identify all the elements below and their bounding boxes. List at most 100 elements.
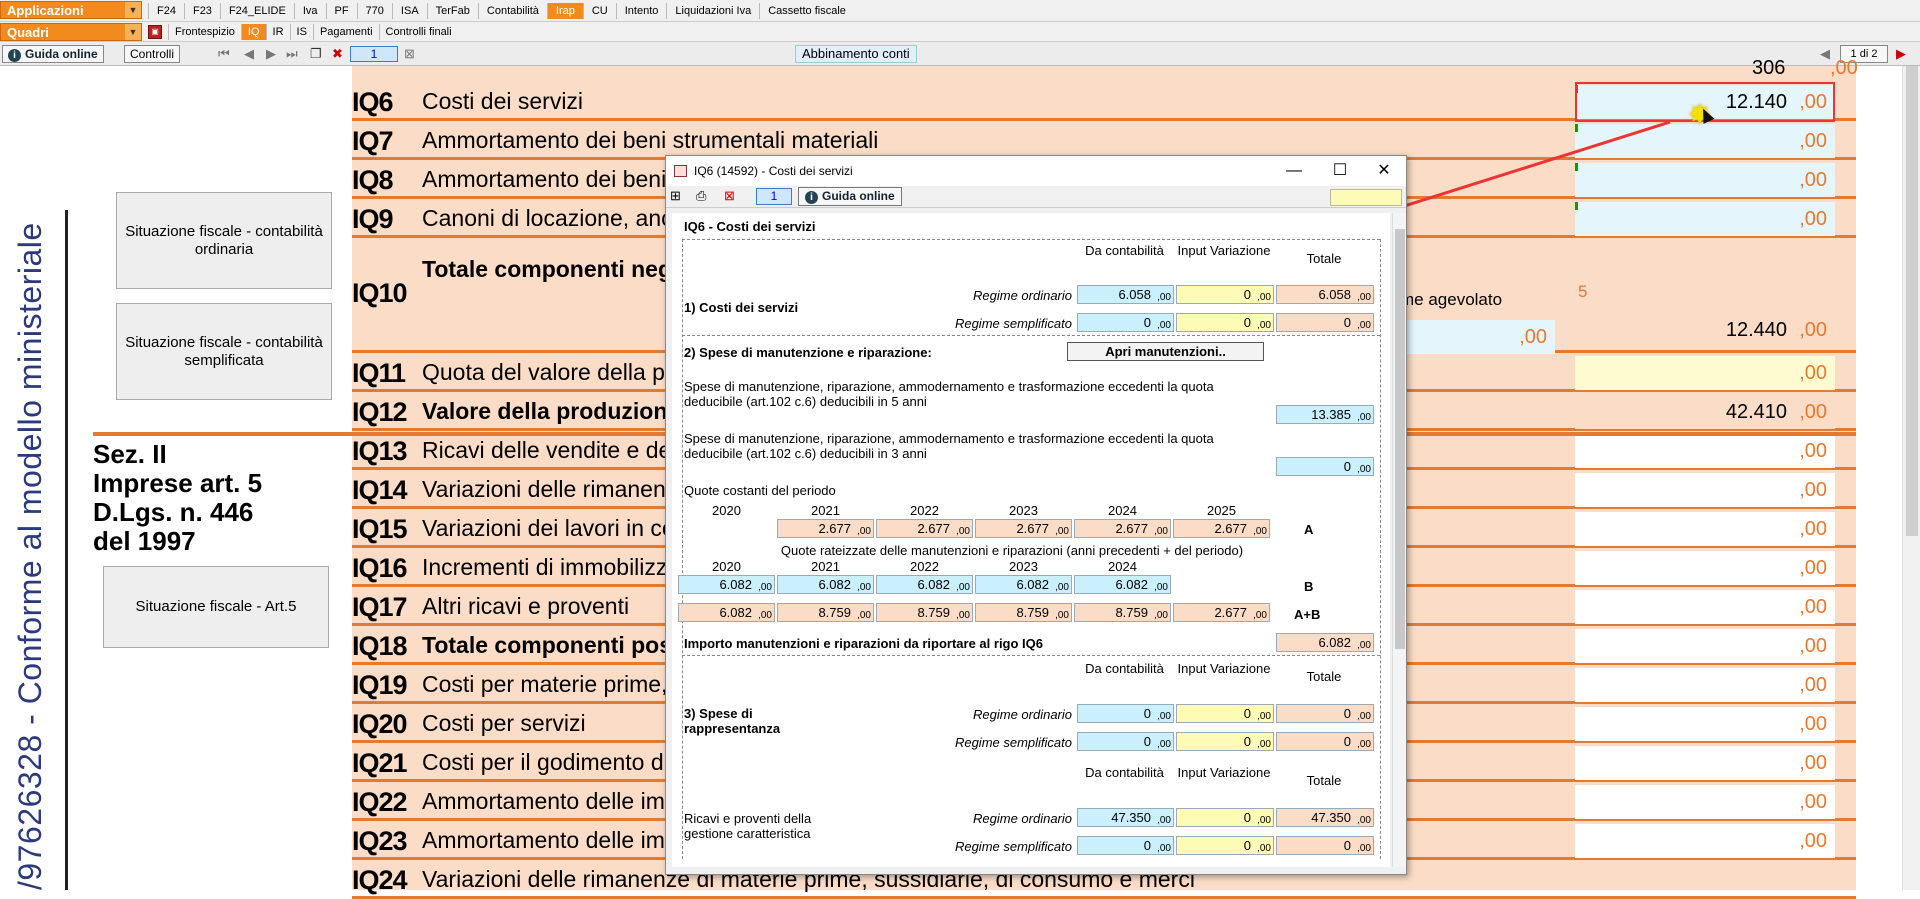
quota-rateizzata-field[interactable]: 6.082 ,00 [1074,575,1171,594]
controlli-button[interactable]: Controlli [124,45,181,63]
quadri-dropdown[interactable]: Quadri ▼ [0,23,142,41]
copy-icon[interactable]: ❐ [310,46,322,62]
row-value-field[interactable]: ,00 [1575,824,1835,858]
quota-totale-field[interactable]: 8.759 ,00 [1074,603,1171,622]
tab-liquidazioni-iva[interactable]: Liquidazioni Iva [666,3,759,19]
row-value-field[interactable]: ,00 [1575,590,1835,624]
tab-cassetto-fiscale[interactable]: Cassetto fiscale [759,3,854,19]
totale-field[interactable]: 6.058 ,00 [1276,285,1374,304]
tab-isa[interactable]: ISA [391,3,427,19]
totale-field[interactable]: 0,00 [1276,836,1374,855]
tab-iva[interactable]: Iva [293,3,326,19]
quota-costante-field[interactable]: 2.677 ,00 [876,519,973,538]
abbinamento-conti-button[interactable]: Abbinamento conti [795,45,917,63]
totale-field[interactable]: 47.350 ,00 [1276,808,1374,827]
tab-irap[interactable]: Irap [546,3,583,19]
row-value-field[interactable]: ,00 [1575,629,1835,663]
situazione-semplificata-button[interactable]: Situazione fiscale - contabilità semplif… [116,303,332,400]
dialog-scrollbar[interactable] [1392,213,1406,867]
quadro-tab-ir[interactable]: IR [265,24,290,40]
tab-intento[interactable]: Intento [615,3,667,19]
delete-icon[interactable]: ⊠ [724,188,735,204]
spese-5-anni-field[interactable]: 13.385 ,00 [1276,405,1374,424]
prev-page-icon[interactable]: ◀ [244,46,254,62]
row-value-field[interactable]: ,00 [1575,356,1835,390]
iq10-mid-input[interactable]: ,00 [1405,320,1555,354]
row-value-field[interactable]: ,00 [1575,707,1835,741]
quota-totale-field[interactable]: 8.759 ,00 [975,603,1072,622]
first-page-icon[interactable]: ⏮ [218,46,230,62]
chevron-down-icon[interactable]: ▼ [125,2,141,18]
tab-terfab[interactable]: TerFab [426,3,478,19]
quota-rateizzata-field[interactable]: 6.082 ,00 [678,575,775,594]
input-variazione-field[interactable]: 0,00 [1176,732,1274,751]
tab-contabilit-[interactable]: Contabilità [477,3,547,19]
quota-rateizzata-field[interactable]: 6.082 ,00 [975,575,1072,594]
dialog-guida-button[interactable]: i Guida online [798,187,902,206]
scrollbar-thumb[interactable] [1906,66,1918,536]
da-contabilita-field[interactable]: 0,00 [1077,836,1174,855]
quadro-tab-controlli-finali[interactable]: Controlli finali [378,24,458,40]
row-value-field[interactable]: ,00 [1575,551,1835,585]
quota-rateizzata-field[interactable]: 6.082 ,00 [777,575,874,594]
quota-totale-field[interactable]: 8.759 ,00 [876,603,973,622]
da-contabilita-field[interactable]: 47.350 ,00 [1077,808,1174,827]
quota-totale-field[interactable]: 8.759 ,00 [777,603,874,622]
next-page-icon[interactable]: ▶ [266,46,276,62]
last-page-icon[interactable]: ⏭ [286,46,298,62]
chevron-down-icon[interactable]: ▼ [125,24,141,40]
quota-rateizzata-field[interactable]: 6.082 ,00 [876,575,973,594]
situazione-art5-button[interactable]: Situazione fiscale - Art.5 [103,566,329,648]
input-variazione-field[interactable]: 0,00 [1176,808,1274,827]
prev-page-icon[interactable]: ◀ [1820,46,1830,62]
quota-costante-field[interactable]: 2.677 ,00 [777,519,874,538]
clear-icon[interactable]: ⊠ [404,46,415,62]
da-contabilita-field[interactable]: 6.058 ,00 [1077,285,1174,304]
scrollbar-thumb[interactable] [1395,229,1405,649]
situazione-ordinaria-button[interactable]: Situazione fiscale - contabilità ordinar… [116,192,332,289]
da-contabilita-field[interactable]: 0,00 [1077,704,1174,723]
da-contabilita-field[interactable]: 0,00 [1077,732,1174,751]
guida-online-button[interactable]: i Guida online [2,45,104,63]
apri-manutenzioni-button[interactable]: Apri manutenzioni.. [1067,342,1264,361]
quadro-tab-pagamenti[interactable]: Pagamenti [312,24,379,40]
input-variazione-field[interactable]: 0,00 [1176,704,1274,723]
page-scrollbar[interactable] [1902,66,1920,890]
da-contabilita-field[interactable]: 0,00 [1077,313,1174,332]
row-value-field[interactable]: ,00 [1575,785,1835,819]
print-icon[interactable]: ⎙ [696,188,706,204]
maximize-icon[interactable]: ☐ [1320,156,1360,186]
row-value-field[interactable]: ,00 [1575,512,1835,546]
quota-totale-field[interactable]: 2.677 ,00 [1173,603,1270,622]
tab-f24-elide[interactable]: F24_ELIDE [219,3,294,19]
dialog-yellow-field[interactable] [1330,189,1402,206]
quota-costante-field[interactable]: 2.677 ,00 [1173,519,1270,538]
dialog-page-field[interactable]: 1 [756,188,792,205]
tab-f24[interactable]: F24 [148,3,184,19]
quota-costante-field[interactable]: 2.677 ,00 [1074,519,1171,538]
tab-cu[interactable]: CU [582,3,616,19]
row-value-field[interactable]: ,00 [1575,668,1835,702]
page-number-field[interactable]: 1 [350,46,398,62]
input-variazione-field[interactable]: 0,00 [1176,313,1274,332]
quadro-tab-iq[interactable]: IQ [240,24,266,40]
row-value-field[interactable]: 12.440 ,00 [1575,313,1835,347]
tab-pf[interactable]: PF [325,3,357,19]
input-variazione-field[interactable]: 0,00 [1176,836,1274,855]
tab-770[interactable]: 770 [356,3,392,19]
row-value-field[interactable]: ,00 [1575,746,1835,780]
row-value-field[interactable]: ,00 [1575,434,1835,468]
row-value-field[interactable]: ,00 [1575,473,1835,507]
row-value-field[interactable]: 42.410 ,00 [1575,395,1835,429]
importo-field[interactable]: 6.082 ,00 [1276,633,1374,652]
quadro-tab-is[interactable]: IS [289,24,313,40]
input-variazione-field[interactable]: 0,00 [1176,285,1274,304]
totale-field[interactable]: 0,00 [1276,704,1374,723]
quota-costante-field[interactable]: 2.677 ,00 [975,519,1072,538]
insert-icon[interactable]: ⊞ [670,188,681,204]
quota-totale-field[interactable]: 6.082 ,00 [678,603,775,622]
spese-3-anni-field[interactable]: 0,00 [1276,457,1374,476]
minimize-icon[interactable]: — [1274,156,1314,186]
totale-field[interactable]: 0,00 [1276,732,1374,751]
next-page-icon[interactable]: ▶ [1896,46,1906,62]
